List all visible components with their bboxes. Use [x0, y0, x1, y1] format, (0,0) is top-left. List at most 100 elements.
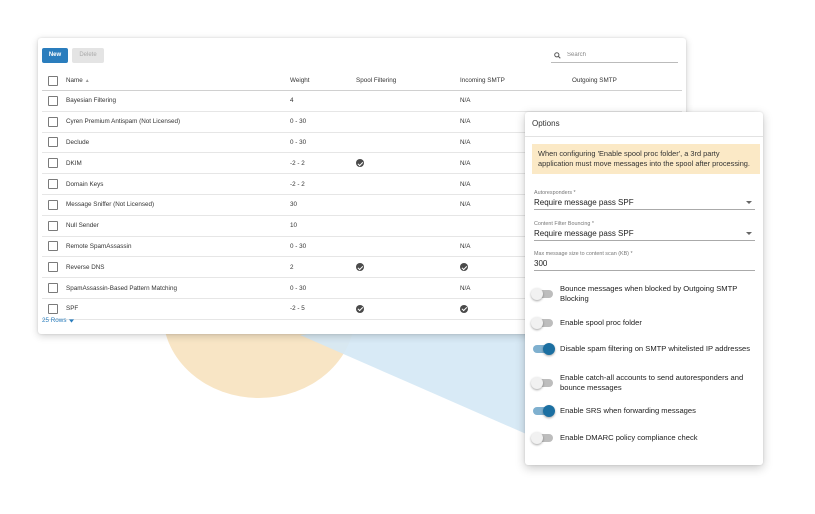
- select-all-checkbox[interactable]: [48, 75, 58, 86]
- row-checkbox[interactable]: [48, 303, 58, 314]
- filter-name: Message Sniffer (Not Licensed): [66, 194, 290, 216]
- check-circle-icon: [460, 304, 468, 313]
- filter-weight: -2 - 5: [290, 298, 356, 320]
- filter-weight: 0 - 30: [290, 236, 356, 258]
- filter-weight: -2 - 2: [290, 173, 356, 195]
- spool-filtering-cell: [356, 132, 460, 154]
- spool-filtering-cell: [356, 152, 460, 175]
- column-header-name[interactable]: Name ▲: [66, 71, 290, 91]
- toggle-switch[interactable]: [533, 343, 555, 355]
- column-header-weight[interactable]: Weight: [290, 71, 356, 91]
- filter-name: SPF: [66, 298, 290, 320]
- toggle-knob: [543, 405, 555, 417]
- toggle-switch[interactable]: [531, 377, 553, 389]
- filter-weight: 2: [290, 256, 356, 279]
- dropdown-arrow-icon: [746, 201, 752, 204]
- filter-name: Remote SpamAssassin: [66, 236, 290, 258]
- toggle-label: Enable DMARC policy compliance check: [560, 433, 698, 442]
- toggle-row: Bounce messages when blocked by Outgoing…: [531, 284, 758, 304]
- row-checkbox[interactable]: [48, 158, 58, 169]
- delete-button[interactable]: Delete: [72, 48, 104, 63]
- spool-filtering-cell: [356, 256, 460, 279]
- spool-filtering-cell: [356, 298, 460, 320]
- search-input[interactable]: [565, 51, 669, 59]
- toggle-label: Disable spam filtering on SMTP whitelist…: [560, 344, 751, 353]
- autoresponders-value: Require message pass SPF: [534, 198, 634, 207]
- toggle-switch[interactable]: [531, 317, 553, 329]
- toggle-row: Enable catch-all accounts to send autore…: [531, 373, 758, 393]
- max-message-size-label: Max message size to content scan (KB) *: [534, 251, 633, 257]
- sort-ascending-icon: ▲: [84, 78, 90, 84]
- options-panel: Options When configuring 'Enable spool p…: [525, 112, 763, 465]
- column-header-spool-filtering[interactable]: Spool Filtering: [356, 71, 460, 91]
- search-box[interactable]: [551, 48, 678, 63]
- filter-name: SpamAssassin-Based Pattern Matching: [66, 277, 290, 299]
- toggle-switch[interactable]: [531, 432, 553, 444]
- spool-filtering-cell: [356, 111, 460, 133]
- row-checkbox[interactable]: [48, 95, 58, 106]
- row-checkbox[interactable]: [48, 283, 58, 294]
- toolbar: New Delete: [42, 48, 104, 64]
- row-checkbox[interactable]: [48, 262, 58, 273]
- column-header-outgoing-smtp[interactable]: Outgoing SMTP: [572, 71, 682, 91]
- toggle-knob: [531, 377, 543, 389]
- check-circle-icon: [356, 304, 364, 313]
- row-checkbox[interactable]: [48, 116, 58, 127]
- search-icon: [554, 51, 561, 59]
- new-button[interactable]: New: [42, 48, 68, 63]
- toggle-label: Enable spool proc folder: [560, 318, 642, 327]
- filter-weight: 0 - 30: [290, 132, 356, 154]
- toggle-row: Enable SRS when forwarding messages: [533, 405, 758, 417]
- toggle-label: Enable SRS when forwarding messages: [560, 406, 696, 415]
- incoming-smtp-cell: N/A: [460, 90, 572, 112]
- filter-name: Null Sender: [66, 215, 290, 237]
- filter-weight: 10: [290, 215, 356, 237]
- table-header-row: Name ▲ Weight Spool Filtering Incoming SM…: [42, 71, 682, 91]
- filter-weight: 30: [290, 194, 356, 216]
- row-checkbox[interactable]: [48, 241, 58, 252]
- check-circle-icon: [356, 159, 364, 168]
- filter-name: Domain Keys: [66, 173, 290, 195]
- spool-filtering-cell: [356, 173, 460, 195]
- filter-weight: 0 - 30: [290, 277, 356, 299]
- spool-filtering-cell: [356, 236, 460, 258]
- filter-name: DKIM: [66, 152, 290, 175]
- row-checkbox[interactable]: [48, 137, 58, 148]
- outgoing-smtp-cell: [572, 90, 682, 112]
- autoresponders-select[interactable]: Autoresponders * Require message pass SP…: [534, 190, 755, 210]
- options-title: Options: [525, 112, 763, 137]
- toggle-switch[interactable]: [533, 405, 555, 417]
- max-message-size-field[interactable]: Max message size to content scan (KB) * …: [534, 251, 755, 271]
- spool-notice: When configuring 'Enable spool proc fold…: [532, 144, 760, 174]
- toggle-row: Disable spam filtering on SMTP whitelist…: [533, 343, 758, 355]
- rows-per-page-label: 25 Rows: [42, 317, 67, 324]
- filter-name: Declude: [66, 132, 290, 154]
- toggle-label: Bounce messages when blocked by Outgoing…: [560, 284, 738, 303]
- toggle-knob: [531, 432, 543, 444]
- autoresponders-label: Autoresponders *: [534, 190, 576, 196]
- spool-filtering-cell: [356, 90, 460, 112]
- row-checkbox[interactable]: [48, 179, 58, 190]
- content-filter-bouncing-value: Require message pass SPF: [534, 229, 634, 238]
- check-circle-icon: [356, 263, 364, 272]
- rows-per-page-select[interactable]: 25 Rows: [42, 317, 74, 324]
- check-circle-icon: [460, 263, 468, 272]
- row-checkbox[interactable]: [48, 199, 58, 210]
- filter-name: Reverse DNS: [66, 256, 290, 279]
- toggle-row: Enable DMARC policy compliance check: [531, 432, 758, 444]
- table-row[interactable]: Bayesian Filtering 4 N/A: [42, 90, 682, 112]
- content-filter-bouncing-label: Content Filter Bouncing *: [534, 221, 594, 227]
- max-message-size-value[interactable]: 300: [534, 258, 755, 270]
- spool-filtering-cell: [356, 194, 460, 216]
- column-header-incoming-smtp[interactable]: Incoming SMTP: [460, 71, 572, 91]
- dropdown-arrow-icon: [746, 232, 752, 235]
- filter-weight: 0 - 30: [290, 111, 356, 133]
- toggle-switch[interactable]: [531, 288, 553, 300]
- chevron-down-icon: [68, 318, 74, 323]
- spool-filtering-cell: [356, 277, 460, 299]
- spool-filtering-cell: [356, 215, 460, 237]
- toggle-knob: [543, 343, 555, 355]
- row-checkbox[interactable]: [48, 220, 58, 231]
- content-filter-bouncing-select[interactable]: Content Filter Bouncing * Require messag…: [534, 221, 755, 241]
- filter-weight: 4: [290, 90, 356, 112]
